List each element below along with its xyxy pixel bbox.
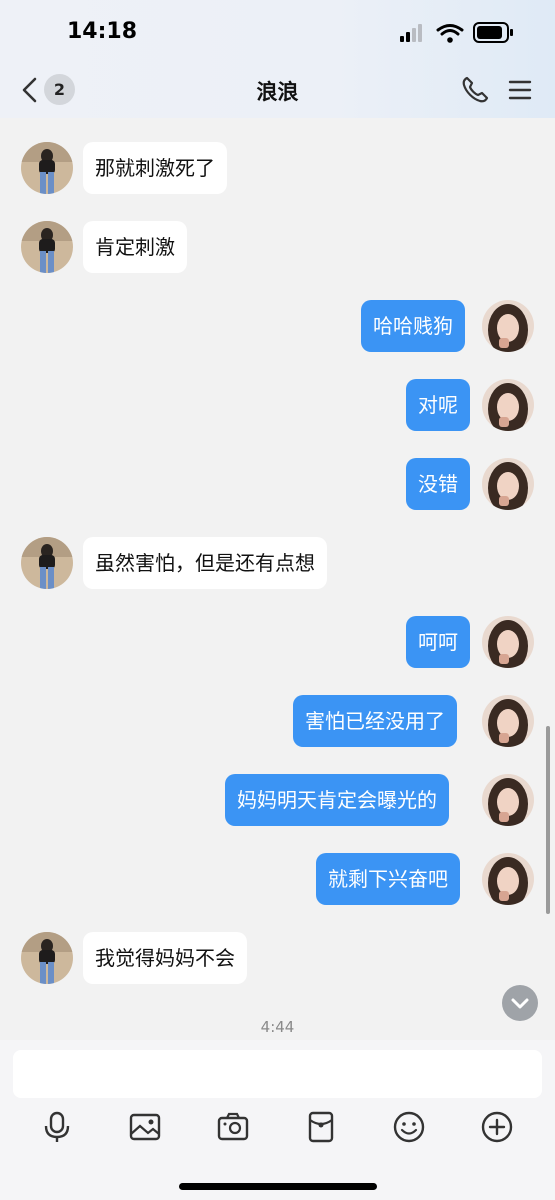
scrollbar-thumb[interactable] bbox=[546, 726, 550, 914]
message-bubble-incoming[interactable]: 那就刺激死了 bbox=[83, 142, 227, 194]
message-bubble-outgoing[interactable]: 哈哈贱狗 bbox=[361, 300, 465, 352]
scroll-to-bottom-button[interactable] bbox=[502, 985, 538, 1021]
message-input[interactable] bbox=[13, 1050, 542, 1098]
chevron-down-icon bbox=[511, 998, 529, 1009]
user-avatar[interactable] bbox=[482, 695, 534, 747]
message-bubble-incoming[interactable]: 我觉得妈妈不会 bbox=[83, 932, 247, 984]
message-bubble-outgoing[interactable]: 对呢 bbox=[406, 379, 470, 431]
user-avatar[interactable] bbox=[482, 616, 534, 668]
contact-avatar[interactable] bbox=[21, 142, 73, 194]
chat-header: 14:18 2 浪浪 bbox=[0, 0, 555, 118]
home-indicator bbox=[179, 1183, 377, 1190]
status-indicators bbox=[398, 22, 518, 48]
message-bubble-incoming[interactable]: 虽然害怕，但是还有点想 bbox=[83, 537, 327, 589]
user-avatar[interactable] bbox=[482, 379, 534, 431]
message-bubble-outgoing[interactable]: 就剩下兴奋吧 bbox=[316, 853, 460, 905]
message-bubble-outgoing[interactable]: 没错 bbox=[406, 458, 470, 510]
red-packet-icon[interactable] bbox=[304, 1110, 338, 1144]
battery-icon bbox=[473, 22, 513, 43]
contact-avatar[interactable] bbox=[21, 221, 73, 273]
contact-avatar[interactable] bbox=[21, 537, 73, 589]
message-bubble-outgoing[interactable]: 呵呵 bbox=[406, 616, 470, 668]
phone-call-icon[interactable] bbox=[460, 75, 490, 109]
camera-icon[interactable] bbox=[216, 1110, 250, 1144]
wifi-icon bbox=[436, 24, 464, 43]
contact-avatar[interactable] bbox=[21, 932, 73, 984]
image-icon[interactable] bbox=[128, 1110, 162, 1144]
user-avatar[interactable] bbox=[482, 300, 534, 352]
emoji-icon[interactable] bbox=[392, 1110, 426, 1144]
user-avatar[interactable] bbox=[482, 853, 534, 905]
microphone-icon[interactable] bbox=[40, 1110, 74, 1144]
menu-icon[interactable] bbox=[508, 78, 532, 106]
signal-icon bbox=[400, 24, 422, 42]
message-bubble-outgoing[interactable]: 妈妈明天肯定会曝光的 bbox=[225, 774, 449, 826]
message-bubble-incoming[interactable]: 肯定刺激 bbox=[83, 221, 187, 273]
user-avatar[interactable] bbox=[482, 774, 534, 826]
plus-icon[interactable] bbox=[480, 1110, 514, 1144]
user-avatar[interactable] bbox=[482, 458, 534, 510]
message-bubble-outgoing[interactable]: 害怕已经没用了 bbox=[293, 695, 457, 747]
timestamp-separator: 4:44 bbox=[260, 1018, 295, 1036]
status-time: 14:18 bbox=[67, 19, 138, 44]
